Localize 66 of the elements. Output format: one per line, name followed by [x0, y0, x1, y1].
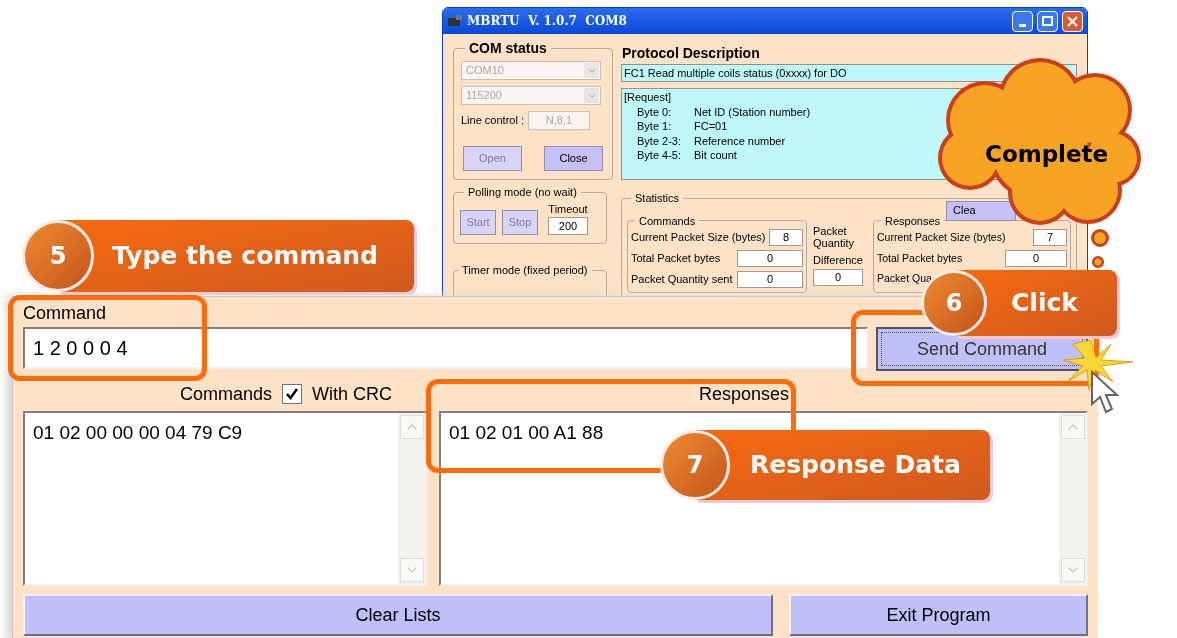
group-title: Statistics: [634, 191, 680, 206]
stat-label: Current Packet Size (bytes): [877, 229, 1006, 245]
value-field[interactable]: 0: [737, 250, 803, 267]
scroll-up-icon[interactable]: [1060, 415, 1085, 439]
group-title: Commands: [638, 213, 697, 229]
value-field[interactable]: 0: [813, 268, 863, 286]
clear-button[interactable]: Clea: [946, 200, 1016, 221]
section-title: Protocol Description: [622, 44, 761, 63]
value-field[interactable]: 0: [1005, 250, 1067, 267]
scrollbar[interactable]: [398, 413, 425, 584]
caret-icon: [584, 88, 599, 103]
value-field[interactable]: 7: [1033, 229, 1067, 246]
window-title: MBRTU V. 1.0.7 COM8: [467, 13, 628, 30]
description-line: Byte 0:: [637, 104, 673, 119]
command-field[interactable]: 1 2 0 0 0 4: [23, 327, 868, 369]
value-field[interactable]: 0: [737, 271, 803, 288]
cursor-icon: [1090, 370, 1120, 416]
scroll-up-icon[interactable]: [399, 415, 424, 439]
stat-label: Difference: [813, 253, 864, 266]
callout-text: Click: [1011, 287, 1078, 320]
checkbox[interactable]: [282, 384, 302, 404]
list-item[interactable]: 01 02 00 00 00 04 79 C9: [33, 419, 243, 448]
stat-label: Total Packet bytes: [877, 250, 963, 266]
scrollbar[interactable]: [1059, 413, 1086, 584]
scroll-down-icon[interactable]: [399, 558, 424, 582]
group-title: Polling mode (no wait): [467, 185, 578, 200]
close-icon: [1067, 15, 1078, 27]
caret-icon: [584, 63, 599, 78]
scroll-down-icon[interactable]: [1060, 558, 1085, 582]
app-icon: [447, 14, 463, 28]
callout-text: Type the command: [112, 240, 378, 273]
stat-label: Total Packet bytes: [631, 251, 721, 267]
description-line: Byte 4-5:: [637, 148, 683, 163]
step-number: 5: [22, 220, 94, 292]
click-sparkle-icon: [1063, 340, 1133, 390]
timeout-field[interactable]: 200: [548, 217, 588, 235]
stat-label: Packet Quantity sent: [631, 272, 733, 288]
close-button[interactable]: [1062, 10, 1083, 32]
field-label: Line control :: [461, 113, 524, 129]
description-line: Net ID (Station number): [694, 104, 811, 119]
stat-label: Current Packet Size (bytes): [631, 230, 766, 246]
list-item[interactable]: 01 02 01 00 A1 88: [449, 419, 604, 448]
value-field[interactable]: 8: [769, 229, 803, 246]
button[interactable]: Close: [544, 146, 603, 171]
group-title: Timer mode (fixed period): [461, 263, 589, 278]
description-line: Byte 1:: [637, 119, 673, 134]
stat-label: Packet: [813, 224, 848, 237]
cloud-text: Complete: [985, 140, 1109, 169]
list-label: Responses: [698, 382, 789, 406]
field-label: Timeout: [548, 201, 588, 217]
list-label: Commands: [179, 382, 272, 406]
clear-lists-button[interactable]: Clear Lists: [23, 594, 773, 636]
maximize-button[interactable]: [1037, 10, 1058, 32]
exit-program-button[interactable]: Exit Program: [789, 594, 1088, 636]
group-title: COM status: [468, 39, 548, 58]
group-title: Responses: [884, 213, 942, 229]
description-line: FC=01: [694, 119, 728, 134]
stat-label: Quantity: [813, 236, 855, 249]
description-line: Reference number: [694, 133, 786, 148]
description-line: [Request]: [624, 90, 673, 105]
minimize-button[interactable]: [1012, 10, 1033, 32]
description-line: Byte 2-3:: [637, 133, 683, 148]
callout-text: Response Data: [750, 449, 961, 482]
check-icon: [285, 387, 299, 401]
description-line: Bit count: [694, 148, 737, 163]
checkbox-label: With CRC: [312, 382, 392, 406]
